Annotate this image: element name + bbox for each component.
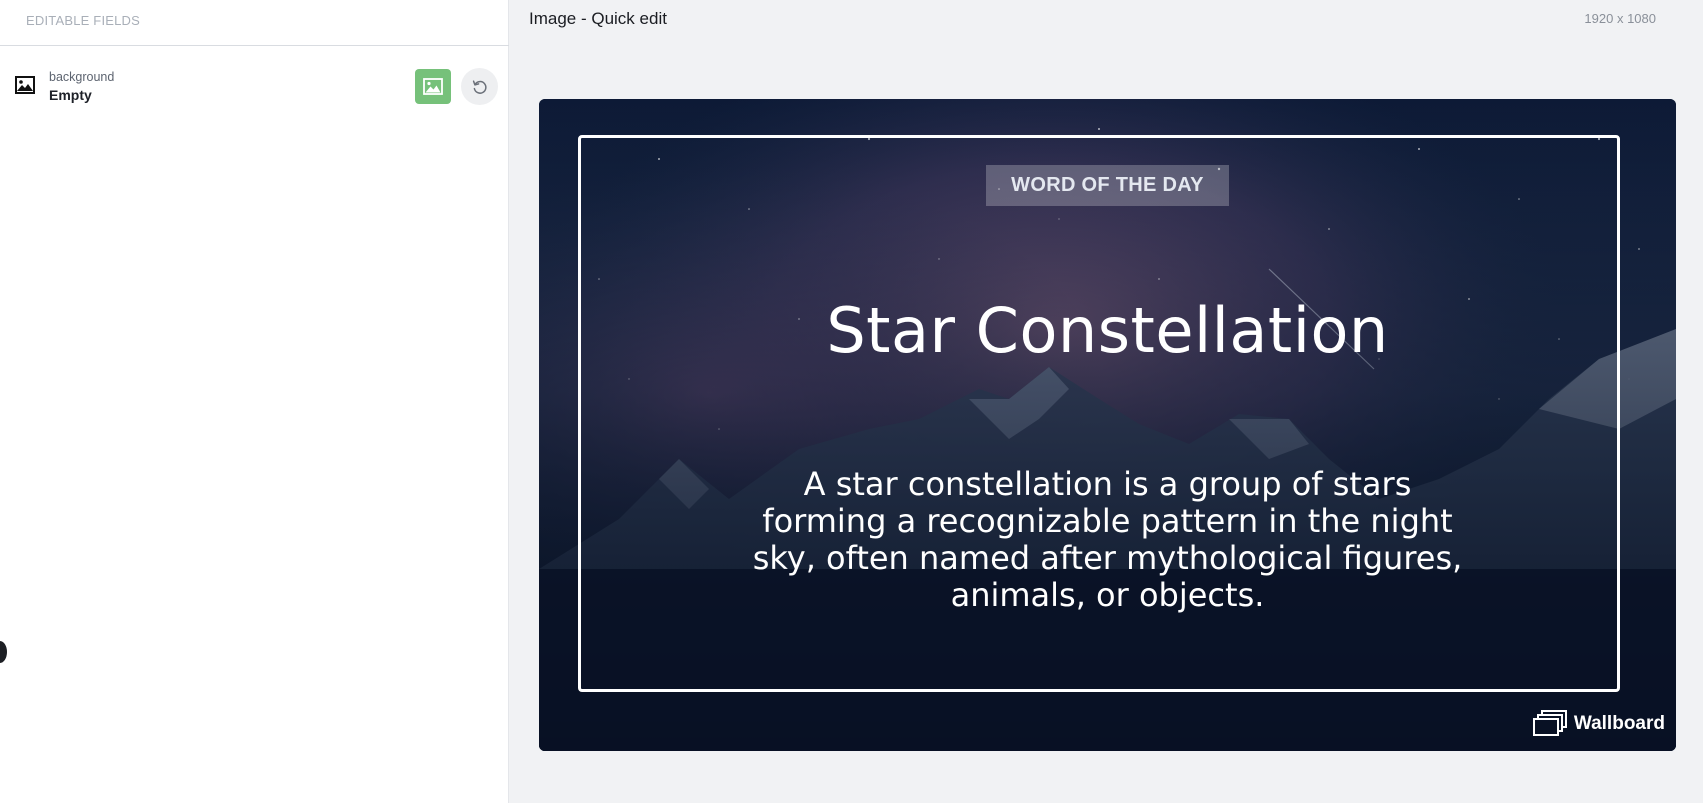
reset-field-button[interactable] <box>461 68 498 105</box>
field-value: Empty <box>49 87 92 103</box>
panel-resize-handle[interactable] <box>0 641 7 663</box>
wallboard-logo-icon <box>1532 710 1567 736</box>
field-row-background[interactable]: background Empty <box>0 60 509 114</box>
image-icon <box>423 78 443 95</box>
undo-icon <box>472 79 487 94</box>
image-icon <box>15 76 35 94</box>
word-of-the-day-badge: WORD OF THE DAY <box>986 165 1229 206</box>
brand-name: Wallboard <box>1573 712 1665 734</box>
canvas-dimensions: 1920 x 1080 <box>1584 11 1656 26</box>
page-title: Image - Quick edit <box>529 9 667 28</box>
field-name: background <box>49 70 115 84</box>
choose-image-button[interactable] <box>415 69 451 104</box>
editable-fields-panel: EDITABLE FIELDS background Empty <box>0 0 509 803</box>
description: A star constellation is a group of stars… <box>752 465 1463 614</box>
headline: Star Constellation <box>826 294 1389 367</box>
panel-header-title: EDITABLE FIELDS <box>26 13 141 28</box>
panel-header: EDITABLE FIELDS <box>0 0 509 46</box>
brand-logo: Wallboard <box>1532 710 1665 737</box>
template-preview[interactable]: WORD OF THE DAY Star Constellation A sta… <box>539 99 1676 751</box>
